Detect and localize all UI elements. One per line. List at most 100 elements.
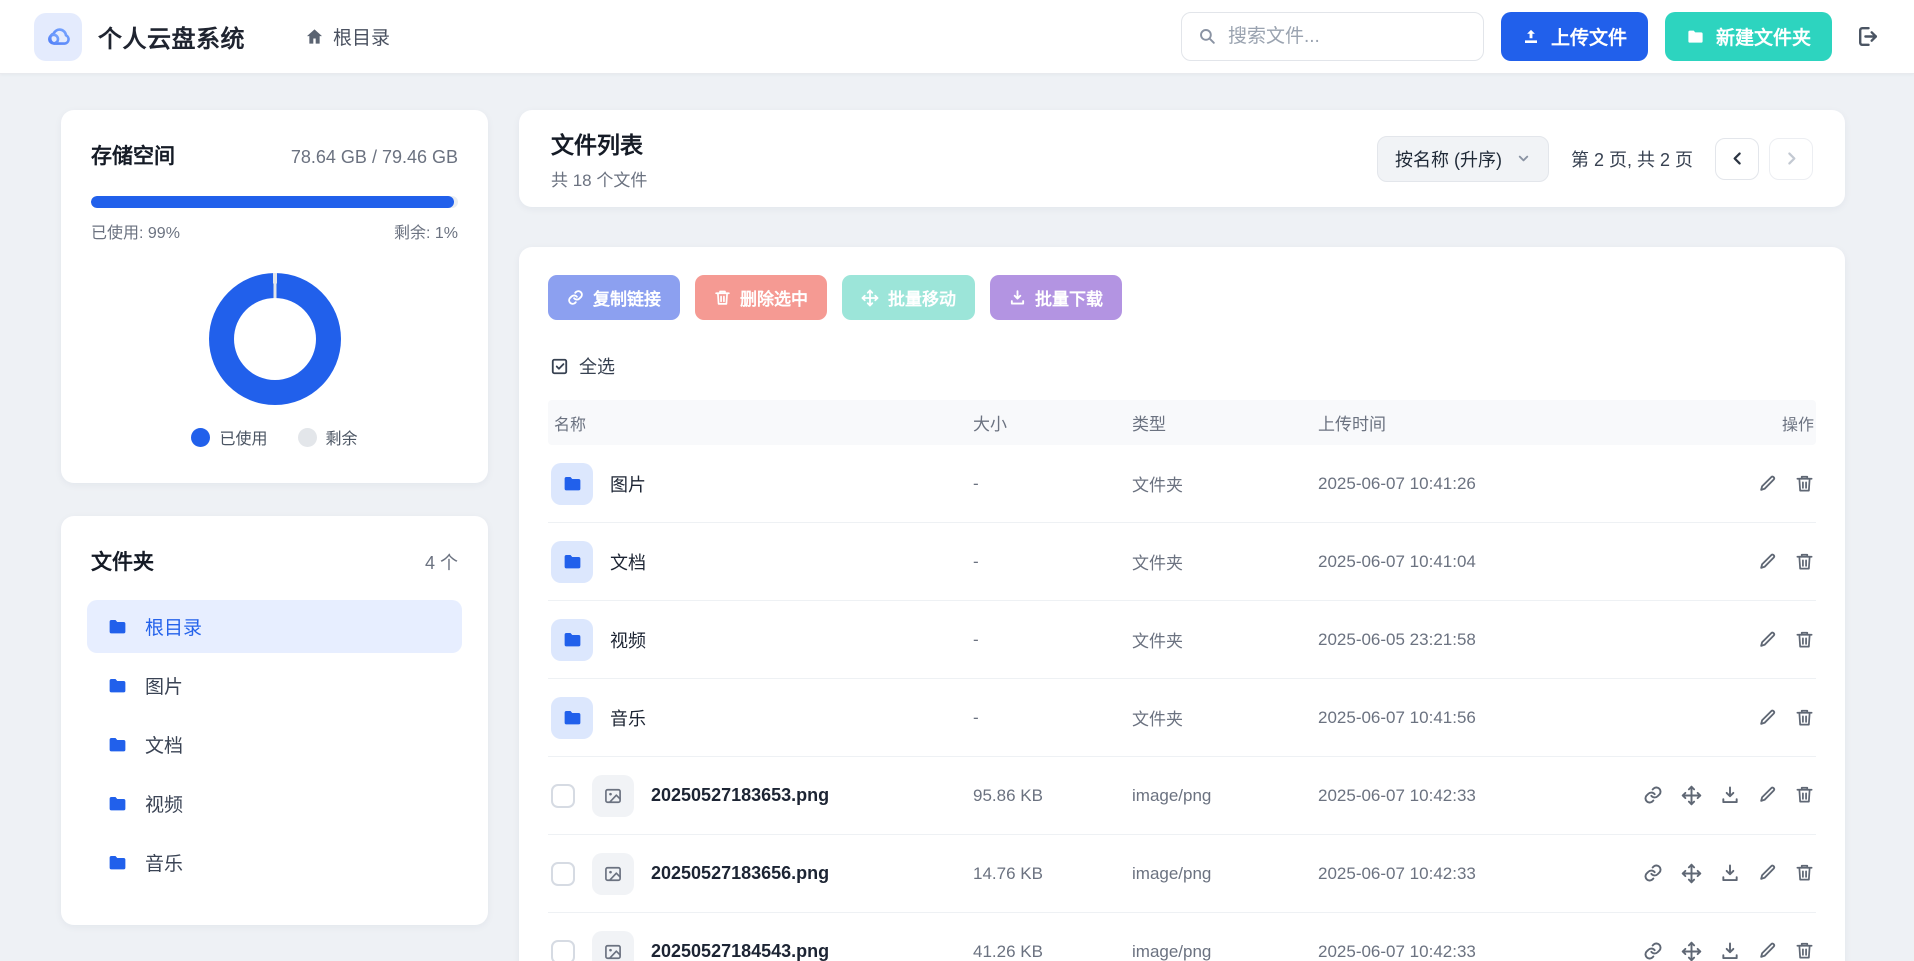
download-icon[interactable] (1720, 785, 1740, 806)
table-row[interactable]: 文档 - 文件夹 2025-06-07 10:41:04 (548, 523, 1816, 601)
storage-card: 存储空间 78.64 GB / 79.46 GB 已使用: 99% 剩余: 1%… (61, 110, 488, 483)
sidebar-folder-item[interactable]: 文档 (87, 718, 462, 771)
file-type: 文件夹 (1132, 705, 1318, 730)
download-icon[interactable] (1720, 941, 1740, 961)
folders-card: 文件夹 4 个 根目录 (61, 516, 488, 925)
search-input[interactable] (1228, 26, 1467, 48)
table-row[interactable]: 20250527183653.png 95.86 KB image/png 20… (548, 757, 1816, 835)
prev-page-button[interactable] (1715, 138, 1759, 180)
delete-icon[interactable] (1795, 708, 1814, 727)
delete-icon[interactable] (1795, 785, 1814, 806)
edit-icon[interactable] (1758, 630, 1777, 649)
col-size: 大小 (973, 410, 1132, 435)
move-icon[interactable] (1681, 863, 1702, 884)
sidebar-folder-label: 音乐 (145, 849, 183, 876)
batch-download-button[interactable]: 批量下载 (990, 275, 1122, 320)
breadcrumb-label: 根目录 (333, 23, 390, 50)
upload-time: 2025-06-07 10:41:56 (1318, 708, 1644, 728)
sidebar: 存储空间 78.64 GB / 79.46 GB 已使用: 99% 剩余: 1%… (61, 110, 488, 925)
upload-time: 2025-06-05 23:21:58 (1318, 630, 1644, 650)
upload-time: 2025-06-07 10:41:04 (1318, 552, 1644, 572)
folders-count: 4 个 (425, 549, 458, 575)
batch-toolbar: 复制链接 删除选中 批量移动 (548, 275, 1816, 320)
upload-time: 2025-06-07 10:42:33 (1318, 942, 1644, 961)
delete-icon[interactable] (1795, 630, 1814, 649)
edit-icon[interactable] (1758, 552, 1777, 571)
file-name: 图片 (610, 471, 646, 497)
copy-link-icon[interactable] (1643, 863, 1663, 884)
folder-icon (107, 616, 128, 637)
image-file-icon (592, 931, 634, 961)
table-row[interactable]: 图片 - 文件夹 2025-06-07 10:41:26 (548, 445, 1816, 523)
edit-icon[interactable] (1758, 941, 1777, 961)
download-icon[interactable] (1720, 863, 1740, 884)
app-logo (34, 13, 82, 61)
top-header: 个人云盘系统 根目录 上传文件 (0, 0, 1914, 74)
folder-icon (107, 675, 128, 696)
cloud-logo-icon (43, 22, 73, 52)
sidebar-folder-item[interactable]: 根目录 (87, 600, 462, 653)
row-checkbox[interactable] (551, 862, 575, 886)
row-checkbox[interactable] (551, 784, 575, 808)
legend-dot-used (191, 428, 210, 447)
folders-title: 文件夹 (91, 546, 154, 576)
move-icon[interactable] (1681, 785, 1702, 806)
delete-icon[interactable] (1795, 941, 1814, 961)
row-checkbox[interactable] (551, 940, 575, 961)
upload-file-button[interactable]: 上传文件 (1501, 12, 1648, 61)
table-header: 名称 大小 类型 上传时间 操作 (548, 400, 1816, 445)
sidebar-folder-label: 根目录 (145, 613, 202, 640)
file-name: 音乐 (610, 705, 646, 731)
folder-icon (551, 541, 593, 583)
file-type: image/png (1132, 864, 1318, 884)
select-all-toggle[interactable]: 全选 (550, 353, 1816, 379)
folder-icon (107, 793, 128, 814)
edit-icon[interactable] (1758, 708, 1777, 727)
next-page-button[interactable] (1769, 138, 1813, 180)
file-size: 14.76 KB (973, 864, 1132, 884)
col-time: 上传时间 (1318, 410, 1644, 435)
sidebar-folder-item[interactable]: 音乐 (87, 836, 462, 889)
logout-icon[interactable] (1855, 24, 1880, 49)
upload-time: 2025-06-07 10:42:33 (1318, 864, 1644, 884)
delete-selected-button[interactable]: 删除选中 (695, 275, 827, 320)
main-content: 文件列表 共 18 个文件 按名称 (升序) 第 2 页, 共 2 页 (519, 110, 1845, 961)
file-type: image/png (1132, 942, 1318, 961)
batch-move-button[interactable]: 批量移动 (842, 275, 975, 320)
chevron-down-icon (1516, 151, 1531, 166)
table-row[interactable]: 视频 - 文件夹 2025-06-05 23:21:58 (548, 601, 1816, 679)
storage-legend: 已使用 剩余 (91, 425, 458, 449)
new-folder-button[interactable]: 新建文件夹 (1665, 12, 1832, 61)
sidebar-folder-item[interactable]: 视频 (87, 777, 462, 830)
edit-icon[interactable] (1758, 474, 1777, 493)
copy-link-icon[interactable] (1643, 941, 1663, 961)
storage-usage-total: 78.64 GB / 79.46 GB (291, 147, 458, 168)
file-name: 20250527183653.png (651, 785, 829, 806)
folder-icon (1686, 27, 1705, 46)
home-icon (305, 27, 324, 46)
table-row[interactable]: 20250527183656.png 14.76 KB image/png 20… (548, 835, 1816, 913)
edit-icon[interactable] (1758, 863, 1777, 884)
table-row[interactable]: 音乐 - 文件夹 2025-06-07 10:41:56 (548, 679, 1816, 757)
file-size: - (973, 630, 1132, 650)
edit-icon[interactable] (1758, 785, 1777, 806)
file-list-card: 复制链接 删除选中 批量移动 (519, 247, 1845, 961)
copy-link-icon[interactable] (1643, 785, 1663, 806)
delete-icon[interactable] (1795, 474, 1814, 493)
sidebar-folder-item[interactable]: 图片 (87, 659, 462, 712)
delete-icon[interactable] (1795, 552, 1814, 571)
delete-icon[interactable] (1795, 863, 1814, 884)
file-name: 文档 (610, 549, 646, 575)
link-icon (567, 289, 584, 306)
breadcrumb[interactable]: 根目录 (305, 23, 390, 50)
copy-link-button[interactable]: 复制链接 (548, 275, 680, 320)
folder-list: 根目录 图片 (87, 600, 462, 889)
pagination-label: 第 2 页, 共 2 页 (1571, 146, 1693, 172)
move-icon[interactable] (1681, 941, 1702, 961)
select-all-label: 全选 (579, 353, 615, 379)
sidebar-folder-label: 图片 (145, 672, 183, 699)
storage-title: 存储空间 (91, 140, 175, 170)
table-row[interactable]: 20250527184543.png 41.26 KB image/png 20… (548, 913, 1816, 961)
folder-icon (551, 619, 593, 661)
sort-select[interactable]: 按名称 (升序) (1377, 136, 1549, 182)
